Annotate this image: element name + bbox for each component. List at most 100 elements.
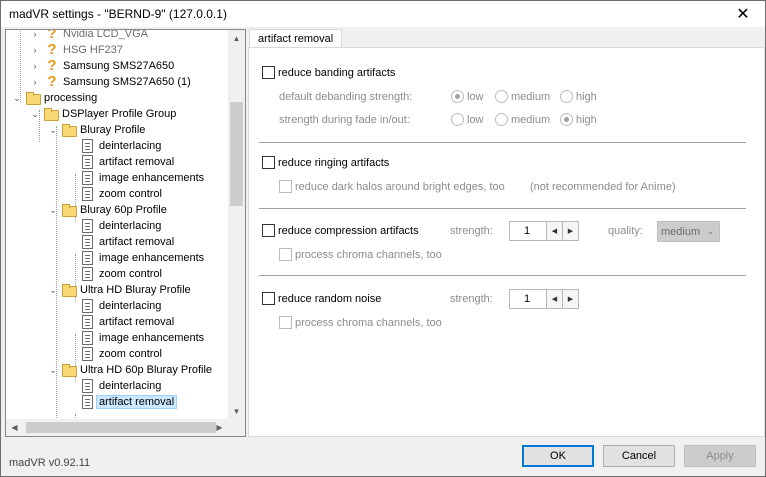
decrement-icon[interactable]: ◀ xyxy=(547,221,563,241)
chevron-down-icon[interactable]: ⌄ xyxy=(48,362,58,378)
checkbox-label: reduce banding artifacts xyxy=(278,66,396,79)
chevron-down-icon[interactable]: ⌄ xyxy=(48,122,58,138)
tree-item[interactable]: ⌄ processing xyxy=(12,90,97,106)
default-medium-radio[interactable]: medium xyxy=(495,90,550,103)
cancel-button[interactable]: Cancel xyxy=(603,445,675,467)
tree-item[interactable]: image enhancements xyxy=(66,330,204,346)
tree-item[interactable]: image enhancements xyxy=(66,170,204,186)
radio-circle xyxy=(451,90,464,103)
tree-item[interactable]: artifact removal xyxy=(66,154,174,170)
tree-item[interactable]: ›? HSG HF237 xyxy=(30,42,123,58)
chevron-right-icon[interactable]: › xyxy=(30,30,40,42)
page-icon xyxy=(82,379,93,393)
chevron-down-icon[interactable]: ⌄ xyxy=(12,90,22,106)
chevron-down-icon[interactable]: ⌄ xyxy=(48,282,58,298)
tree-item-label: Ultra HD Bluray Profile xyxy=(80,284,191,296)
tree-item[interactable]: deinterlacing xyxy=(66,298,161,314)
tree-vscroll-thumb[interactable] xyxy=(230,102,243,206)
quality-select[interactable]: medium ⌄ xyxy=(657,221,720,242)
tree-item[interactable]: ›? Samsung SMS27A650 xyxy=(30,57,175,74)
increment-icon[interactable]: ▶ xyxy=(563,289,579,309)
tree-item[interactable]: artifact removal xyxy=(66,314,174,330)
reduce-noise-checkbox[interactable]: reduce random noise xyxy=(262,292,381,305)
scroll-up-icon[interactable]: ▲ xyxy=(228,30,245,47)
compression-strength-stepper[interactable]: 1 ◀ ▶ xyxy=(509,221,579,241)
compression-chroma-checkbox[interactable]: process chroma channels, too xyxy=(279,248,442,261)
separator xyxy=(259,275,746,276)
tree-item[interactable]: ⌄ Bluray 60p Profile xyxy=(48,202,167,218)
stepper-value[interactable]: 1 xyxy=(509,221,547,241)
page-icon xyxy=(82,235,93,249)
tree-item-label: artifact removal xyxy=(96,395,178,409)
tree-horizontal-scrollbar[interactable]: ◀ ▶ xyxy=(6,419,245,436)
tree-item[interactable]: deinterlacing xyxy=(66,378,161,394)
tree-item[interactable]: ⌄ Bluray Profile xyxy=(48,122,145,138)
tree-item-label: image enhancements xyxy=(99,332,205,344)
scroll-left-icon[interactable]: ◀ xyxy=(6,419,23,436)
ok-button[interactable]: OK xyxy=(522,445,594,467)
tree-item[interactable]: zoom control xyxy=(66,266,162,282)
tree-item-label: artifact removal xyxy=(99,316,175,328)
page-icon xyxy=(82,219,93,233)
fade-low-radio[interactable]: low xyxy=(451,113,484,126)
tree-item[interactable]: zoom control xyxy=(66,186,162,202)
compression-strength-label: strength: xyxy=(450,225,493,237)
decrement-icon[interactable]: ◀ xyxy=(547,289,563,309)
radio-circle xyxy=(495,90,508,103)
reduce-dark-halos-checkbox[interactable]: reduce dark halos around bright edges, t… xyxy=(279,180,505,193)
reduce-compression-checkbox[interactable]: reduce compression artifacts xyxy=(262,224,419,237)
tree-item-label: Bluray Profile xyxy=(80,124,146,136)
increment-icon[interactable]: ▶ xyxy=(563,221,579,241)
noise-strength-label: strength: xyxy=(450,293,493,305)
reduce-banding-checkbox[interactable]: reduce banding artifacts xyxy=(262,66,395,79)
checkbox-label: process chroma channels, too xyxy=(295,316,442,329)
tree-item[interactable]: deinterlacing xyxy=(66,138,161,154)
tree-item[interactable]: ⌄ Ultra HD Bluray Profile xyxy=(48,282,191,298)
tab-artifact-removal[interactable]: artifact removal xyxy=(249,29,343,48)
tree-item[interactable]: ⌄ Ultra HD 60p Bluray Profile xyxy=(48,362,212,378)
tree-item[interactable]: zoom control xyxy=(66,346,162,362)
chevron-down-icon[interactable]: ⌄ xyxy=(30,106,40,122)
tree-item[interactable]: image enhancements xyxy=(66,250,204,266)
checkbox-label: reduce random noise xyxy=(278,292,382,305)
close-icon[interactable]: ✕ xyxy=(721,1,765,27)
apply-button[interactable]: Apply xyxy=(684,445,756,467)
tree-item-label: deinterlacing xyxy=(99,220,162,232)
window-title: madVR settings - "BERND-9" (127.0.0.1) xyxy=(9,7,227,21)
stepper-value[interactable]: 1 xyxy=(509,289,547,309)
tree-item[interactable]: artifact removal xyxy=(66,394,178,410)
fade-high-radio[interactable]: high xyxy=(560,113,597,126)
tree-item[interactable]: ⌄ DSPlayer Profile Group xyxy=(30,106,176,122)
radio-label: low xyxy=(467,90,484,103)
checkbox-label: reduce dark halos around bright edges, t… xyxy=(295,180,505,193)
tree-item[interactable]: deinterlacing xyxy=(66,218,161,234)
reduce-ringing-checkbox[interactable]: reduce ringing artifacts xyxy=(262,156,389,169)
tree-item-label: processing xyxy=(44,92,98,104)
noise-chroma-checkbox[interactable]: process chroma channels, too xyxy=(279,316,442,329)
default-high-radio[interactable]: high xyxy=(560,90,597,103)
tree-item-label: deinterlacing xyxy=(99,140,162,152)
checkbox-box xyxy=(279,316,292,329)
chevron-right-icon[interactable]: › xyxy=(30,58,40,74)
fade-medium-radio[interactable]: medium xyxy=(495,113,550,126)
tree-item-label: deinterlacing xyxy=(99,380,162,392)
default-low-radio[interactable]: low xyxy=(451,90,484,103)
scroll-down-icon[interactable]: ▼ xyxy=(228,403,245,420)
settings-tree[interactable]: ›? Nvidia LCD_VGA ›? HSG HF237 ›? Samsung SMS… xyxy=(5,29,246,437)
checkbox-box xyxy=(262,66,275,79)
tree-vertical-scrollbar[interactable]: ▲ ▼ xyxy=(228,30,245,420)
tree-item[interactable]: artifact removal xyxy=(66,234,174,250)
chevron-down-icon[interactable]: ⌄ xyxy=(48,202,58,218)
tree-hscroll-thumb[interactable] xyxy=(26,422,216,433)
tree-item[interactable]: ›? Samsung SMS27A650 (1) xyxy=(30,74,191,90)
question-icon: ? xyxy=(47,73,57,90)
tree-item-label: zoom control xyxy=(99,268,162,280)
scroll-right-icon[interactable]: ▶ xyxy=(211,419,228,436)
noise-strength-stepper[interactable]: 1 ◀ ▶ xyxy=(509,289,579,309)
chevron-right-icon[interactable]: › xyxy=(30,74,40,90)
chevron-right-icon[interactable]: › xyxy=(30,42,40,58)
question-icon: ? xyxy=(47,57,57,74)
